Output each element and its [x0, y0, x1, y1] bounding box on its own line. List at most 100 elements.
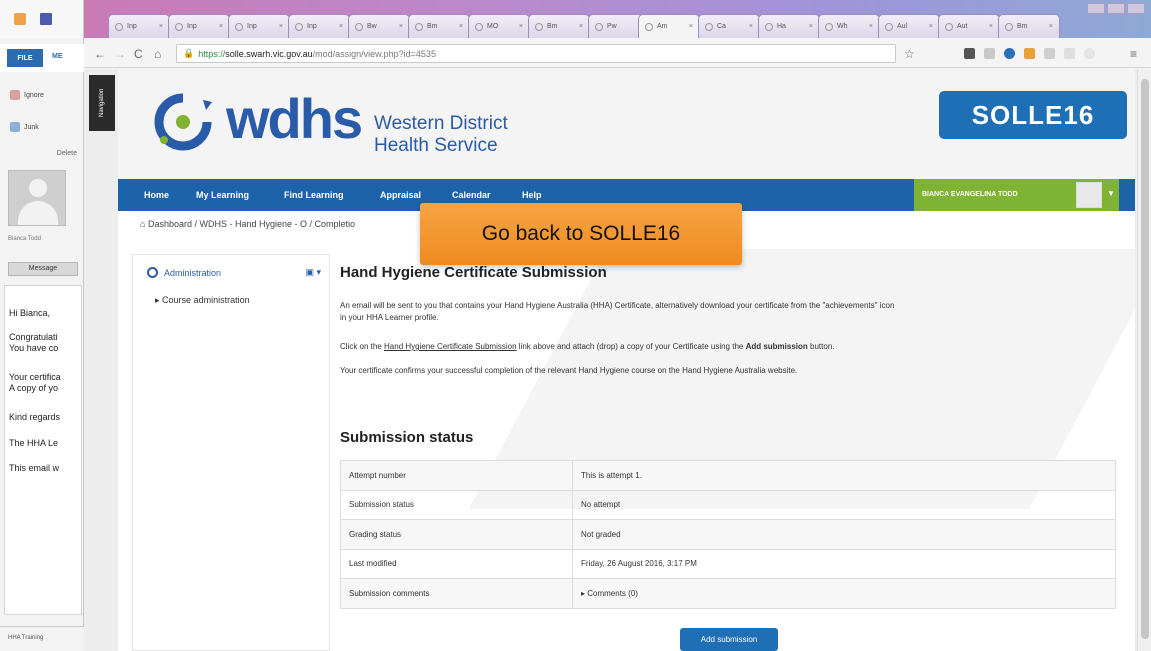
menu-appraisal[interactable]: Appraisal — [380, 179, 421, 211]
minimize-button[interactable] — [1087, 3, 1105, 14]
breadcrumb-text[interactable]: Dashboard / WDHS - Hand Hygiene - O / Co… — [148, 219, 355, 229]
course-administration-label: Course administration — [162, 295, 250, 305]
close-tab-icon[interactable]: × — [989, 23, 993, 30]
site-banner: wdhs Western District Health Service SOL… — [118, 69, 1135, 179]
menu-find-learning[interactable]: Find Learning — [284, 179, 344, 211]
browser-tab[interactable]: MO × — [468, 14, 530, 38]
page-scrollbar[interactable] — [1137, 69, 1151, 651]
browser-tab[interactable]: Ca × — [698, 14, 760, 38]
scrollbar-thumb[interactable] — [1141, 79, 1149, 639]
close-tab-icon[interactable]: × — [689, 23, 693, 30]
instruction-text: link above and attach (drop) a copy of y… — [516, 342, 746, 351]
file-tab[interactable]: FILE — [7, 49, 43, 67]
close-tab-icon[interactable]: × — [579, 23, 583, 30]
browser-viewport: Navigation wdhs Western District Health … — [84, 69, 1151, 651]
extension-icon[interactable] — [1044, 48, 1055, 59]
extension-icon[interactable] — [964, 48, 975, 59]
maximize-button[interactable] — [1107, 3, 1125, 14]
extension-icon[interactable] — [1064, 48, 1075, 59]
home-icon[interactable]: ⌂ — [154, 47, 161, 61]
add-submission-button[interactable]: Add submission — [680, 628, 778, 651]
tab-title: Aut — [957, 23, 968, 30]
close-tab-icon[interactable]: × — [519, 23, 523, 30]
forward-arrow-icon[interactable]: → — [114, 47, 126, 61]
extension-icon[interactable] — [1024, 48, 1035, 59]
close-tab-icon[interactable]: × — [459, 23, 463, 30]
outlook-title-bar — [0, 0, 83, 38]
browser-tab[interactable]: Inp × — [168, 14, 230, 38]
ignore-icon — [10, 90, 20, 100]
back-arrow-icon[interactable]: ← — [94, 47, 106, 61]
administration-header: Administration — [147, 267, 221, 278]
menu-home[interactable]: Home — [144, 179, 169, 211]
tab-favicon-icon — [1005, 22, 1013, 31]
menu-my-learning[interactable]: My Learning — [196, 179, 249, 211]
junk-button[interactable]: Junk — [10, 122, 39, 132]
save-icon[interactable] — [40, 13, 52, 25]
browser-tab[interactable]: Aut × — [938, 14, 1000, 38]
extension-icon[interactable] — [1004, 48, 1015, 59]
reload-icon[interactable]: C — [134, 47, 143, 61]
close-tab-icon[interactable]: × — [159, 23, 163, 30]
table-row: Submission status No attempt — [340, 489, 1116, 520]
submission-status-table: Attempt number This is attempt 1. Submiss… — [340, 460, 1116, 609]
row-label: Attempt number — [340, 460, 573, 491]
browser-menu-icon[interactable]: ≡ — [1130, 47, 1137, 61]
ignore-button[interactable]: Ignore — [10, 90, 44, 100]
navigation-drawer-button[interactable]: Navigation — [89, 75, 115, 131]
delete-group-label: Delete — [56, 150, 77, 157]
tab-title: Inp — [247, 23, 257, 30]
extension-icon[interactable] — [984, 48, 995, 59]
course-administration-item[interactable]: ▸ Course administration — [155, 295, 250, 306]
user-avatar — [1076, 182, 1102, 208]
browser-tab-active[interactable]: Am × — [638, 14, 700, 38]
browser-tab[interactable]: Wh × — [818, 14, 880, 38]
browser-tab[interactable]: Inp × — [108, 14, 170, 38]
row-label: Submission comments — [340, 578, 573, 609]
browser-tab[interactable]: Ha × — [758, 14, 820, 38]
browser-tab[interactable]: Inp × — [228, 14, 290, 38]
close-tab-icon[interactable]: × — [809, 23, 813, 30]
table-row: Last modified Friday, 26 August 2016, 3:1… — [340, 548, 1116, 579]
browser-tab[interactable]: Bm × — [408, 14, 470, 38]
extension-icon[interactable] — [1084, 48, 1095, 59]
close-tab-icon[interactable]: × — [339, 23, 343, 30]
junk-icon — [10, 122, 20, 132]
message-header-button[interactable]: Message — [8, 262, 78, 276]
close-tab-icon[interactable]: × — [749, 23, 753, 30]
window-controls — [1087, 3, 1145, 14]
bookmark-star-icon[interactable]: ☆ — [904, 47, 915, 61]
browser-tab[interactable]: Bm × — [528, 14, 590, 38]
email-line: Congratulati — [9, 332, 58, 342]
go-back-callout: Go back to SOLLE16 — [420, 203, 742, 265]
certificate-submission-link[interactable]: Hand Hygiene Certificate Submission — [384, 342, 517, 351]
close-tab-icon[interactable]: × — [929, 23, 933, 30]
close-tab-icon[interactable]: × — [1049, 23, 1053, 30]
tab-title: Wh — [837, 23, 848, 30]
tab-title: Am — [657, 23, 668, 30]
close-tab-icon[interactable]: × — [869, 23, 873, 30]
comments-toggle[interactable]: ▸ Comments (0) — [572, 578, 1116, 609]
block-controls-icon[interactable]: ▣ ▾ — [305, 267, 321, 278]
chevron-right-icon: ▸ — [155, 295, 160, 305]
user-menu[interactable]: BIANCA EVANGELINA TODD ▼ — [914, 179, 1119, 211]
browser-tab[interactable]: Inp × — [288, 14, 350, 38]
avatar-head — [29, 179, 47, 197]
browser-tab[interactable]: Bm × — [998, 14, 1060, 38]
message-tab[interactable]: ME — [52, 53, 63, 60]
browser-tab[interactable]: Bw × — [348, 14, 410, 38]
close-window-button[interactable] — [1127, 3, 1145, 14]
tab-favicon-icon — [885, 22, 893, 31]
browser-tab[interactable]: Aul × — [878, 14, 940, 38]
close-tab-icon[interactable]: × — [399, 23, 403, 30]
tab-favicon-icon — [945, 22, 953, 31]
home-icon[interactable]: ⌂ — [140, 219, 145, 229]
outlook-pane: FILE ME Ignore Junk Delete Bianca Todd M… — [0, 0, 84, 651]
tab-favicon-icon — [115, 22, 123, 31]
url-bar[interactable]: 🔒 https://solle.swarh.vic.gov.au/mod/ass… — [176, 44, 896, 63]
close-tab-icon[interactable]: × — [279, 23, 283, 30]
tab-title: Ca — [717, 23, 726, 30]
solle16-button[interactable]: SOLLE16 — [939, 91, 1127, 139]
close-tab-icon[interactable]: × — [219, 23, 223, 30]
tab-favicon-icon — [595, 22, 603, 31]
